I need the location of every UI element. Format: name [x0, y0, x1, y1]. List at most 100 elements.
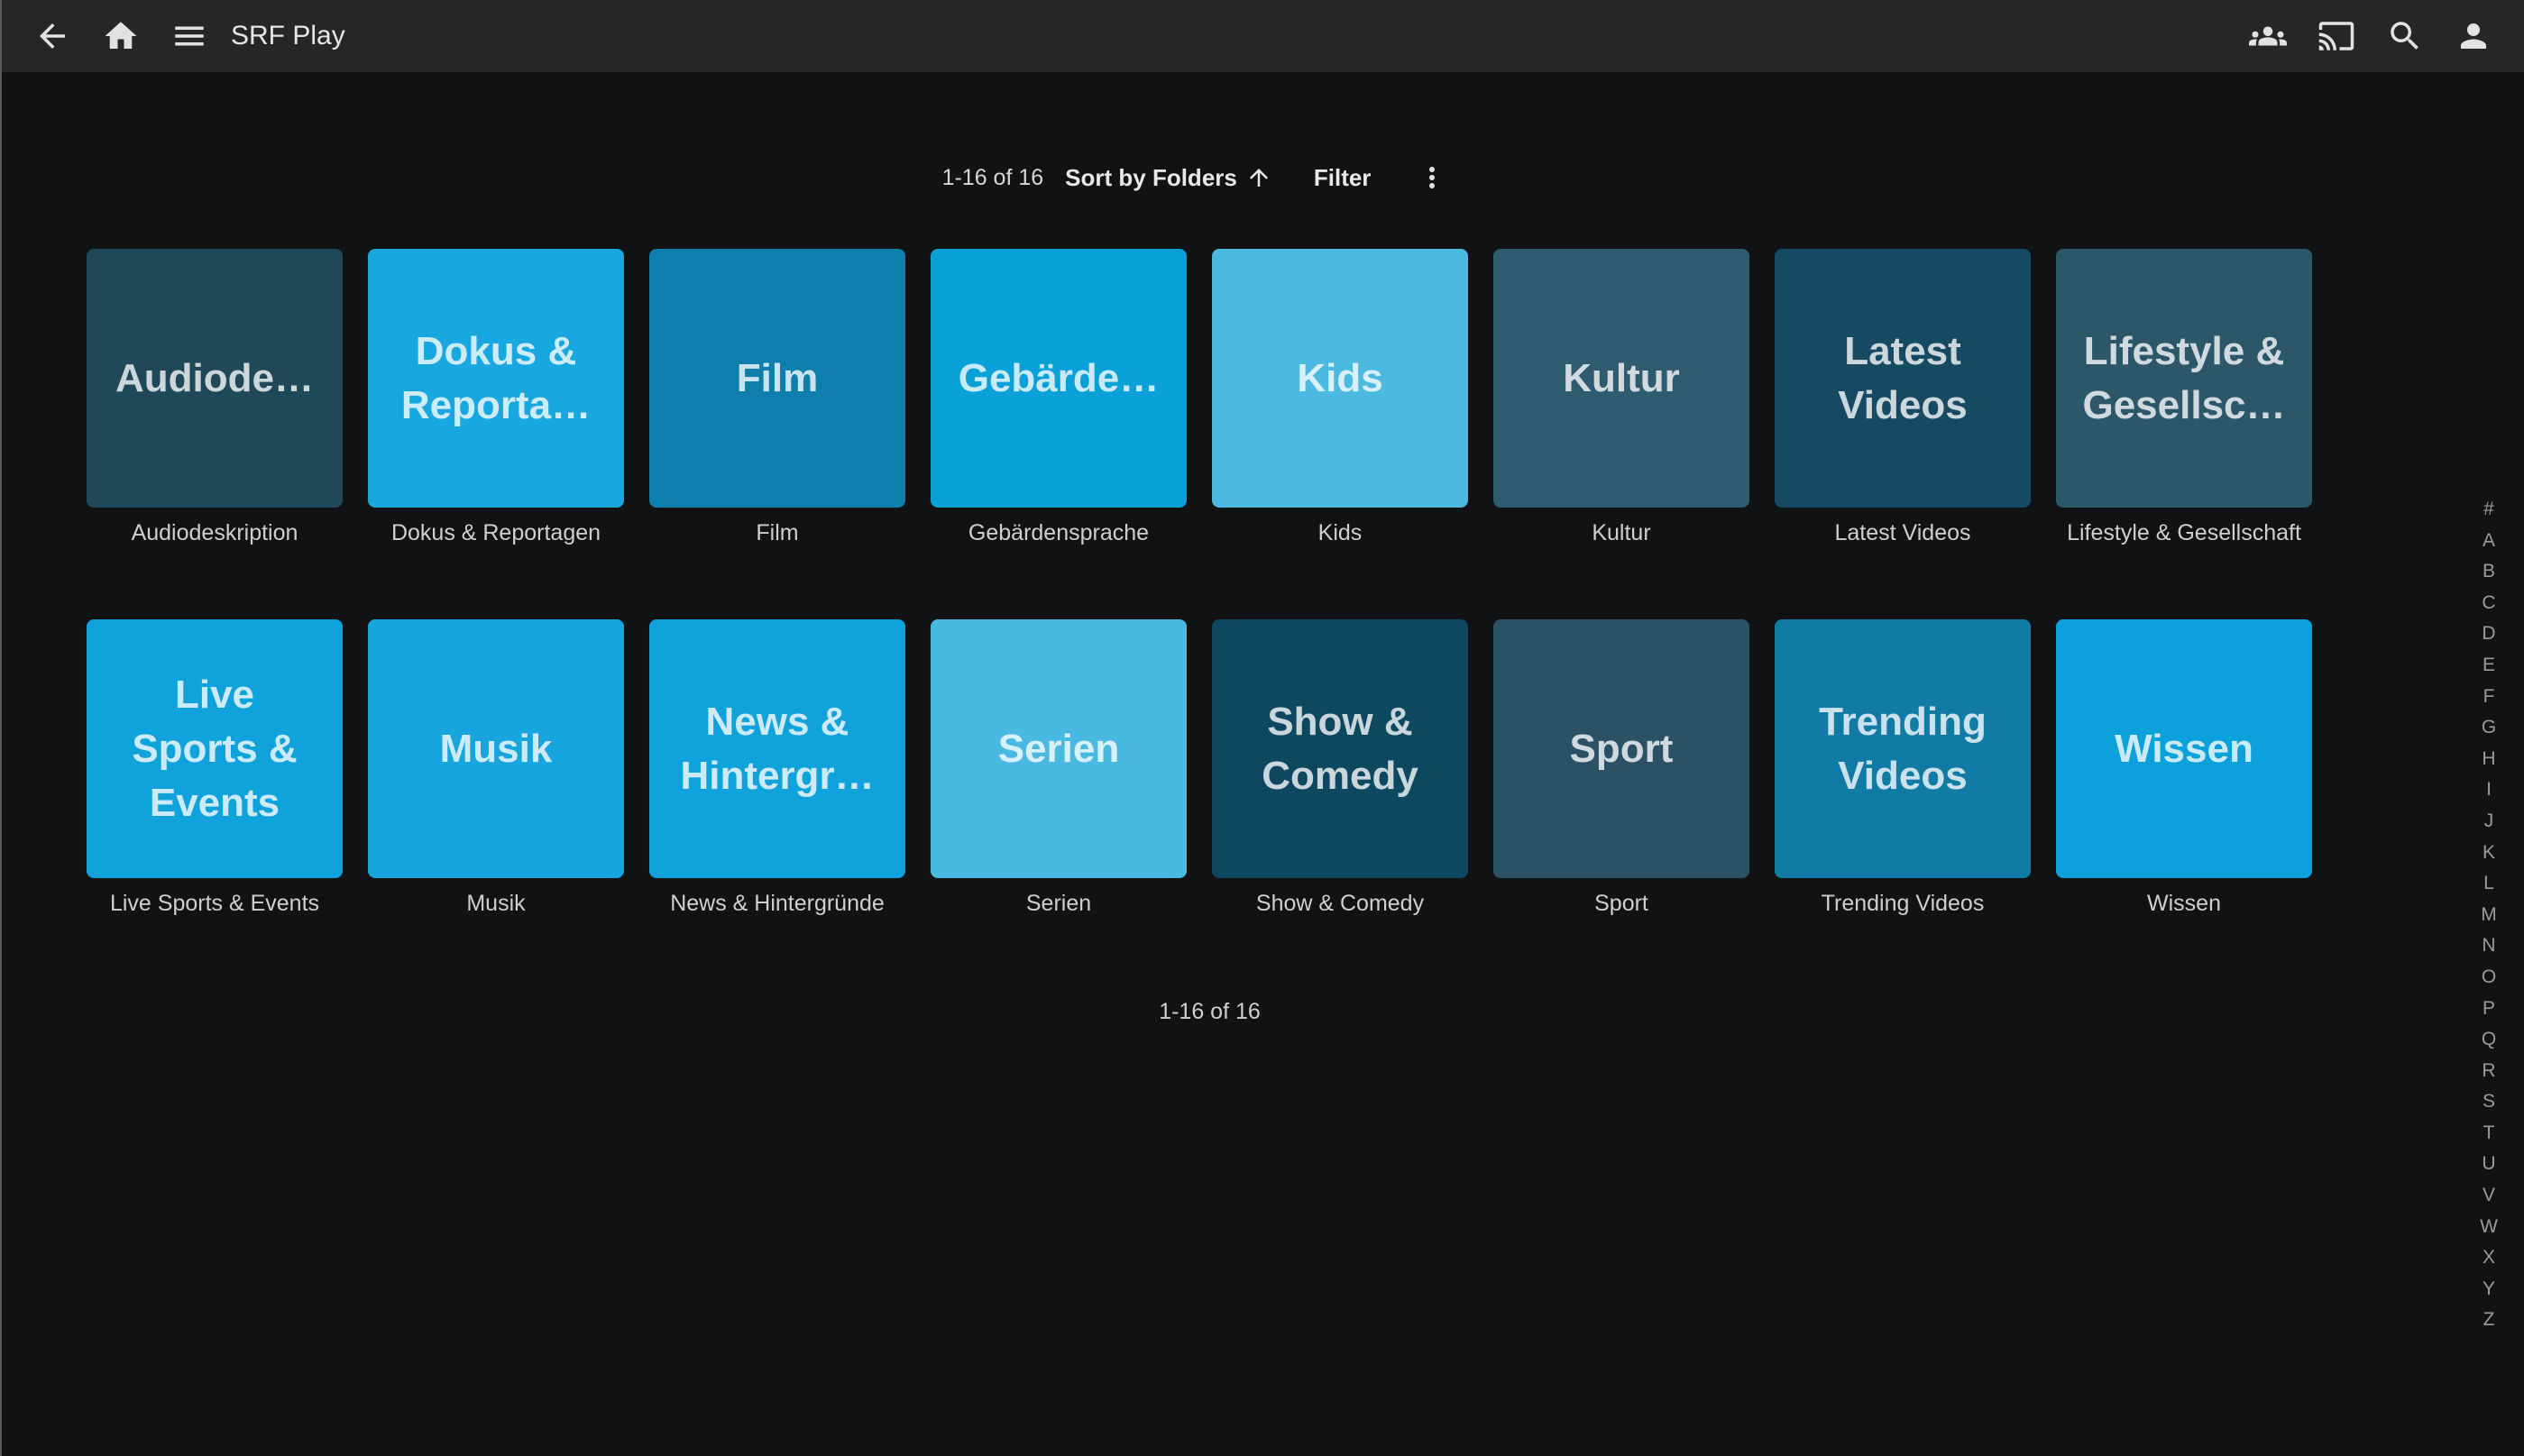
back-arrow-icon: [33, 17, 71, 55]
folder-tile-title: Show & Comedy: [1262, 695, 1418, 803]
alpha-letter[interactable]: A: [2474, 526, 2504, 557]
sort-ascending-arrow-icon: [1245, 164, 1272, 191]
folder-tile-title: Musik: [440, 722, 553, 776]
folder-tile-kultur[interactable]: Kultur Kultur: [1493, 249, 1749, 546]
search-icon: [2386, 17, 2424, 55]
sort-button[interactable]: Sort by Folders: [1065, 164, 1272, 192]
kebab-menu-icon: [1416, 161, 1448, 194]
folder-tile-lifestyle-gesellschaft[interactable]: Lifestyle & Gesellsc… Lifestyle & Gesell…: [2056, 249, 2312, 546]
folder-tile-wissen[interactable]: Wissen Wissen: [2056, 619, 2312, 917]
alpha-letter[interactable]: P: [2474, 994, 2504, 1025]
alpha-letter[interactable]: S: [2474, 1086, 2504, 1118]
folder-grid: Audiode… Audiodeskription Dokus & Report…: [87, 249, 2359, 990]
folder-tile-title: Film: [737, 352, 818, 406]
list-toolbar: 1-16 of 16 Sort by Folders Filter: [0, 151, 2459, 204]
folder-tile-title: Lifestyle & Gesellsc…: [2082, 325, 2285, 433]
more-options-button[interactable]: [1412, 158, 1452, 197]
folder-tile-title: Sport: [1570, 722, 1674, 776]
folder-tile-caption: Audiodeskription: [87, 520, 343, 546]
alpha-letter[interactable]: J: [2474, 806, 2504, 838]
folder-tile-film[interactable]: Film Film: [649, 249, 905, 546]
sort-button-label: Sort by Folders: [1065, 164, 1237, 192]
folder-tile-latest-videos[interactable]: Latest Videos Latest Videos: [1775, 249, 2031, 546]
menu-button[interactable]: [170, 16, 209, 56]
folder-tile-musik[interactable]: Musik Musik: [368, 619, 624, 917]
person-icon: [2455, 17, 2492, 55]
filter-button[interactable]: Filter: [1314, 164, 1372, 192]
alpha-letter[interactable]: K: [2474, 838, 2504, 869]
folder-tile-image[interactable]: Live Sports & Events: [87, 619, 343, 878]
folder-tile-dokus-reportagen[interactable]: Dokus & Reporta… Dokus & Reportagen: [368, 249, 624, 546]
folder-tile-sport[interactable]: Sport Sport: [1493, 619, 1749, 917]
folder-tile-image[interactable]: Trending Videos: [1775, 619, 2031, 878]
alpha-letter[interactable]: V: [2474, 1180, 2504, 1212]
folder-tile-image[interactable]: Kultur: [1493, 249, 1749, 508]
folder-tile-image[interactable]: Kids: [1212, 249, 1468, 508]
folder-tile-image[interactable]: News & Hintergr…: [649, 619, 905, 878]
folder-tile-image[interactable]: Film: [649, 249, 905, 508]
alpha-letter[interactable]: Y: [2474, 1274, 2504, 1305]
alpha-letter[interactable]: O: [2474, 962, 2504, 994]
alpha-letter[interactable]: Q: [2474, 1024, 2504, 1056]
folder-tile-title: Serien: [998, 722, 1120, 776]
folder-tile-caption: Serien: [931, 891, 1187, 917]
folder-tile-serien[interactable]: Serien Serien: [931, 619, 1187, 917]
folder-tile-image[interactable]: Lifestyle & Gesellsc…: [2056, 249, 2312, 508]
alpha-letter[interactable]: W: [2474, 1212, 2504, 1243]
alpha-letter[interactable]: B: [2474, 556, 2504, 588]
folder-tile-title: Gebärde…: [959, 352, 1160, 406]
folder-tile-audiodeskription[interactable]: Audiode… Audiodeskription: [87, 249, 343, 546]
folder-tile-caption: Lifestyle & Gesellschaft: [2056, 520, 2312, 546]
alpha-letter[interactable]: D: [2474, 618, 2504, 650]
alpha-letter[interactable]: I: [2474, 774, 2504, 806]
folder-tile-image[interactable]: Serien: [931, 619, 1187, 878]
alpha-letter[interactable]: U: [2474, 1149, 2504, 1180]
folder-tile-image[interactable]: Musik: [368, 619, 624, 878]
screen-left-edge: [0, 0, 2, 1456]
folder-tile-caption: Live Sports & Events: [87, 891, 343, 917]
alpha-letter[interactable]: X: [2474, 1242, 2504, 1274]
folder-tile-title: Latest Videos: [1838, 325, 1967, 433]
alpha-letter[interactable]: F: [2474, 682, 2504, 713]
folder-tile-image[interactable]: Dokus & Reporta…: [368, 249, 624, 508]
folder-tile-title: Wissen: [2115, 722, 2253, 776]
alpha-letter[interactable]: R: [2474, 1056, 2504, 1087]
folder-tile-image[interactable]: Audiode…: [87, 249, 343, 508]
folder-tile-trending-videos[interactable]: Trending Videos Trending Videos: [1775, 619, 2031, 917]
search-button[interactable]: [2385, 16, 2425, 56]
folder-tile-image[interactable]: Latest Videos: [1775, 249, 2031, 508]
paging-status-bottom: 1-16 of 16: [0, 999, 2472, 1025]
folder-tile-live-sports-events[interactable]: Live Sports & Events Live Sports & Event…: [87, 619, 343, 917]
alpha-letter[interactable]: C: [2474, 588, 2504, 619]
home-button[interactable]: [101, 16, 141, 56]
alpha-letter[interactable]: H: [2474, 744, 2504, 775]
folder-tile-image[interactable]: Show & Comedy: [1212, 619, 1468, 878]
folder-tile-image[interactable]: Gebärde…: [931, 249, 1187, 508]
folder-tile-caption: Musik: [368, 891, 624, 917]
folder-tile-image[interactable]: Sport: [1493, 619, 1749, 878]
syncplay-button[interactable]: [2248, 16, 2288, 56]
back-button[interactable]: [32, 16, 72, 56]
alpha-letter[interactable]: E: [2474, 650, 2504, 682]
folder-tile-caption: Kids: [1212, 520, 1468, 546]
cast-icon: [2317, 17, 2355, 55]
folder-tile-caption: News & Hintergründe: [649, 891, 905, 917]
folder-tile-caption: Gebärdensprache: [931, 520, 1187, 546]
user-button[interactable]: [2454, 16, 2493, 56]
folder-tile-caption: Dokus & Reportagen: [368, 520, 624, 546]
alpha-letter[interactable]: Z: [2474, 1305, 2504, 1336]
folder-tile-gebaerdensprache[interactable]: Gebärde… Gebärdensprache: [931, 249, 1187, 546]
alpha-letter[interactable]: M: [2474, 900, 2504, 931]
folder-tile-news-hintergruende[interactable]: News & Hintergr… News & Hintergründe: [649, 619, 905, 917]
alpha-letter[interactable]: L: [2474, 868, 2504, 900]
alpha-letter[interactable]: #: [2474, 494, 2504, 526]
cast-button[interactable]: [2317, 16, 2356, 56]
folder-tile-image[interactable]: Wissen: [2056, 619, 2312, 878]
alpha-letter[interactable]: T: [2474, 1118, 2504, 1149]
folder-tile-kids[interactable]: Kids Kids: [1212, 249, 1468, 546]
folder-tile-show-comedy[interactable]: Show & Comedy Show & Comedy: [1212, 619, 1468, 917]
appbar-actions: [2217, 16, 2493, 56]
alpha-letter[interactable]: N: [2474, 930, 2504, 962]
alpha-letter[interactable]: G: [2474, 712, 2504, 744]
folder-tile-title: Trending Videos: [1819, 695, 1987, 803]
